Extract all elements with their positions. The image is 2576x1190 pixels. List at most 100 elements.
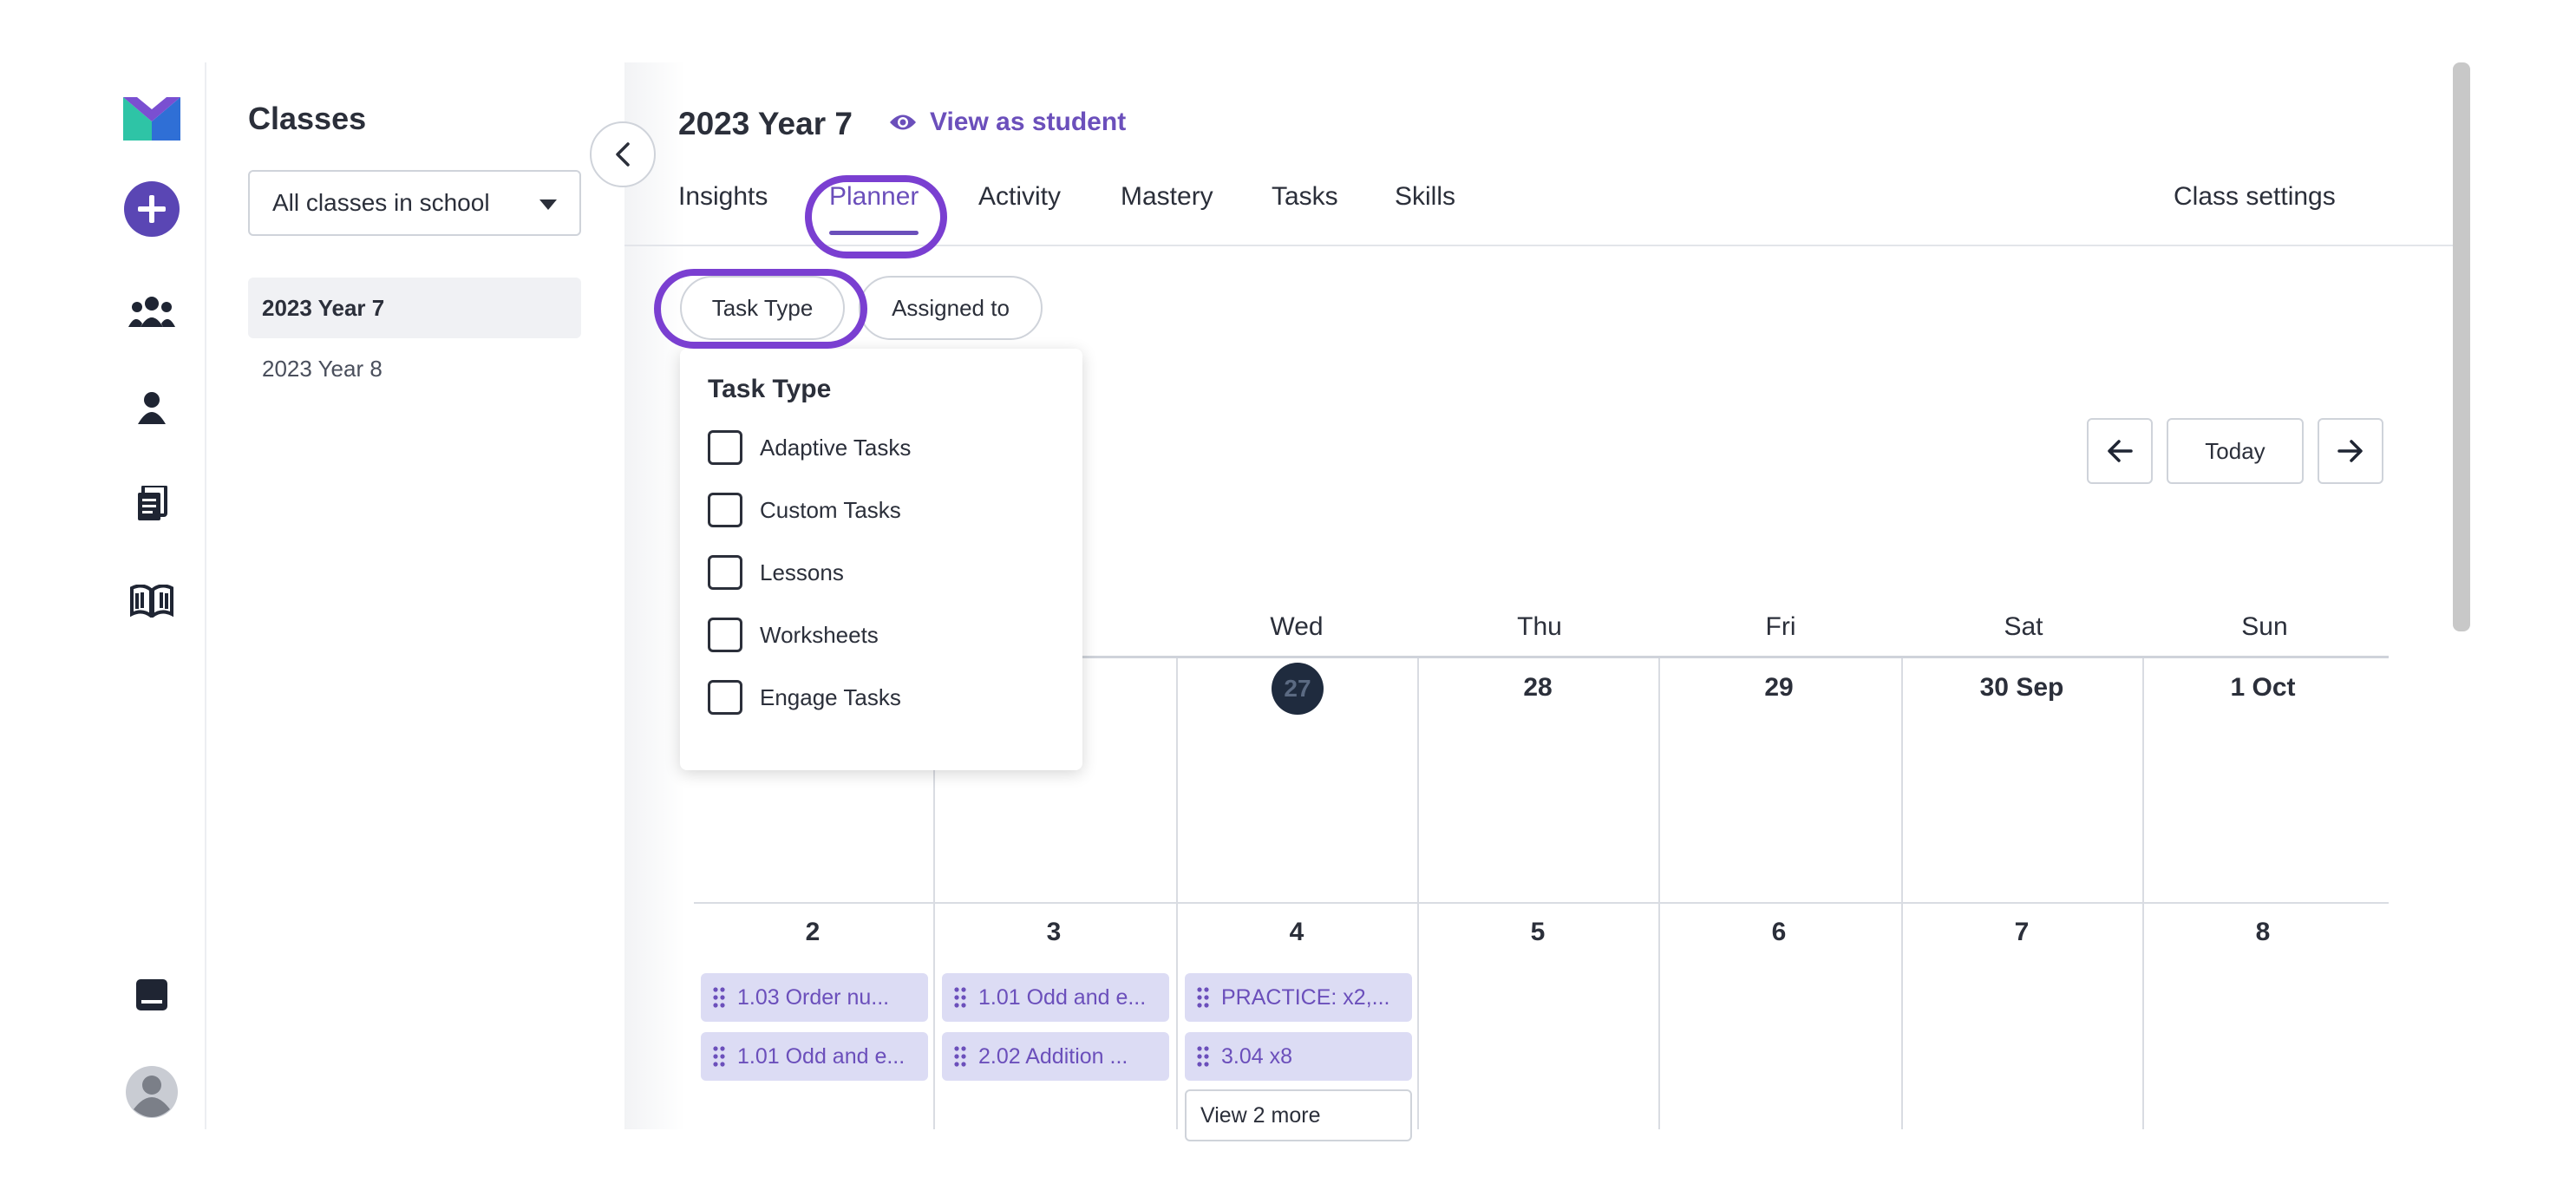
- option-custom-tasks[interactable]: Custom Tasks: [708, 491, 901, 529]
- checkbox[interactable]: [708, 618, 742, 652]
- option-engage-tasks[interactable]: Engage Tasks: [708, 678, 901, 716]
- student-icon[interactable]: [121, 378, 182, 439]
- date-label: 29: [1764, 673, 1794, 702]
- date-label: 5: [1530, 918, 1546, 946]
- caret-down-icon: [539, 199, 557, 210]
- task-type-filter-label: Task Type: [711, 294, 814, 321]
- assigned-to-filter-label: Assigned to: [892, 294, 1010, 321]
- task-type-filter-button[interactable]: Task Type: [680, 276, 845, 340]
- date-label: 1 Oct: [2230, 673, 2296, 702]
- class-settings-label: Class settings: [2174, 182, 2336, 211]
- sidebar-shadow: [624, 62, 685, 1129]
- app-root: Classes All classes in school 2023 Year …: [0, 0, 2576, 1190]
- calendar-column-divider: [2142, 658, 2144, 1129]
- task-chip[interactable]: 3.04 x8: [1185, 1032, 1412, 1081]
- class-filter-select[interactable]: All classes in school: [248, 170, 581, 236]
- class-filter-value: All classes in school: [272, 189, 490, 216]
- inbox-icon[interactable]: [121, 964, 182, 1025]
- next-week-button[interactable]: [2318, 418, 2383, 484]
- sidebar-item-2023-year-7[interactable]: 2023 Year 7: [248, 278, 581, 338]
- task-chip[interactable]: 1.03 Order nu...: [701, 973, 928, 1022]
- chevron-left-icon: [616, 142, 630, 167]
- today-label: Today: [2205, 437, 2265, 464]
- option-lessons[interactable]: Lessons: [708, 553, 844, 592]
- drag-handle-icon[interactable]: [713, 1045, 725, 1068]
- tab-activity[interactable]: Activity: [978, 182, 1061, 234]
- view-more-button[interactable]: View 2 more: [1185, 1089, 1412, 1141]
- arrow-right-icon: [2337, 440, 2363, 462]
- sidebar-title: Classes: [248, 101, 367, 136]
- vertical-scrollbar[interactable]: [2453, 62, 2470, 631]
- page-title: 2023 Year 7: [678, 106, 853, 141]
- view-as-student-label: View as student: [930, 108, 1127, 136]
- class-settings-link[interactable]: Class settings: [2174, 182, 2336, 234]
- task-chip-label: 3.04 x8: [1221, 1043, 1293, 1069]
- task-chip-label: 2.02 Addition ...: [978, 1043, 1128, 1069]
- drag-handle-icon[interactable]: [954, 986, 966, 1009]
- option-adaptive-tasks[interactable]: Adaptive Tasks: [708, 428, 911, 467]
- option-label: Custom Tasks: [760, 496, 901, 523]
- task-chip[interactable]: 1.01 Odd and e...: [701, 1032, 928, 1081]
- add-icon[interactable]: [121, 179, 182, 239]
- day-header-thu: Thu: [1517, 612, 1562, 641]
- date-label: 2: [805, 918, 821, 946]
- view-more-label: View 2 more: [1200, 1102, 1321, 1128]
- tab-insights[interactable]: Insights: [678, 182, 768, 234]
- task-chip-label: PRACTICE: x2,...: [1221, 984, 1390, 1010]
- date-label: 7: [2014, 918, 2030, 946]
- option-worksheets[interactable]: Worksheets: [708, 616, 879, 654]
- classes-sidebar: Classes All classes in school 2023 Year …: [206, 62, 624, 1129]
- drag-handle-icon[interactable]: [954, 1045, 966, 1068]
- checkbox[interactable]: [708, 493, 742, 527]
- tasks-icon[interactable]: [121, 474, 182, 534]
- tab-mastery[interactable]: Mastery: [1121, 182, 1213, 234]
- previous-week-button[interactable]: [2087, 418, 2153, 484]
- tab-label: Tasks: [1272, 182, 1338, 211]
- assigned-to-filter-button[interactable]: Assigned to: [859, 276, 1043, 340]
- task-chip[interactable]: 2.02 Addition ...: [942, 1032, 1169, 1081]
- task-type-dropdown: Task Type Adaptive Tasks Custom Tasks Le…: [680, 349, 1082, 770]
- tab-label: Planner: [829, 182, 919, 211]
- library-icon[interactable]: [121, 571, 182, 631]
- checkbox[interactable]: [708, 430, 742, 465]
- task-chip[interactable]: PRACTICE: x2,...: [1185, 973, 1412, 1022]
- today-button[interactable]: Today: [2167, 418, 2304, 484]
- logo-icon[interactable]: [121, 88, 182, 149]
- tab-planner[interactable]: Planner: [829, 182, 919, 235]
- dropdown-title: Task Type: [708, 375, 832, 403]
- task-chip[interactable]: 1.01 Odd and e...: [942, 973, 1169, 1022]
- option-label: Worksheets: [760, 621, 879, 648]
- tab-label: Skills: [1395, 182, 1456, 211]
- option-label: Engage Tasks: [760, 683, 901, 710]
- tab-skills[interactable]: Skills: [1395, 182, 1455, 234]
- day-header-wed: Wed: [1270, 612, 1324, 641]
- classes-icon[interactable]: [121, 283, 182, 343]
- today-date-marker[interactable]: 27: [1272, 663, 1324, 715]
- sidebar-item-2023-year-8[interactable]: 2023 Year 8: [248, 338, 581, 399]
- tab-label: Mastery: [1121, 182, 1213, 211]
- tab-label: Insights: [678, 182, 768, 211]
- date-label: 6: [1771, 918, 1787, 946]
- option-label: Adaptive Tasks: [760, 434, 912, 461]
- date-label: 4: [1289, 918, 1304, 946]
- left-rail: [0, 62, 206, 1129]
- task-chip-label: 1.03 Order nu...: [737, 984, 890, 1010]
- avatar[interactable]: [121, 1062, 182, 1122]
- drag-handle-icon[interactable]: [713, 986, 725, 1009]
- collapse-sidebar-button[interactable]: [590, 121, 656, 187]
- drag-handle-icon[interactable]: [1197, 986, 1209, 1009]
- calendar-week-divider: [694, 902, 2389, 904]
- day-header-fri: Fri: [1765, 612, 1796, 641]
- view-as-student-link[interactable]: View as student: [888, 108, 1126, 137]
- checkbox[interactable]: [708, 680, 742, 715]
- calendar-column-divider: [1176, 658, 1178, 1129]
- tab-tasks[interactable]: Tasks: [1272, 182, 1338, 234]
- tab-bar: Insights Planner Activity Mastery Tasks …: [678, 182, 2448, 245]
- date-label: 8: [2255, 918, 2271, 946]
- sidebar-item-label: 2023 Year 8: [262, 355, 382, 382]
- drag-handle-icon[interactable]: [1197, 1045, 1209, 1068]
- day-header-sat: Sat: [2004, 612, 2043, 641]
- task-chip-label: 1.01 Odd and e...: [978, 984, 1147, 1010]
- checkbox[interactable]: [708, 555, 742, 590]
- date-label: 30 Sep: [1979, 673, 2064, 702]
